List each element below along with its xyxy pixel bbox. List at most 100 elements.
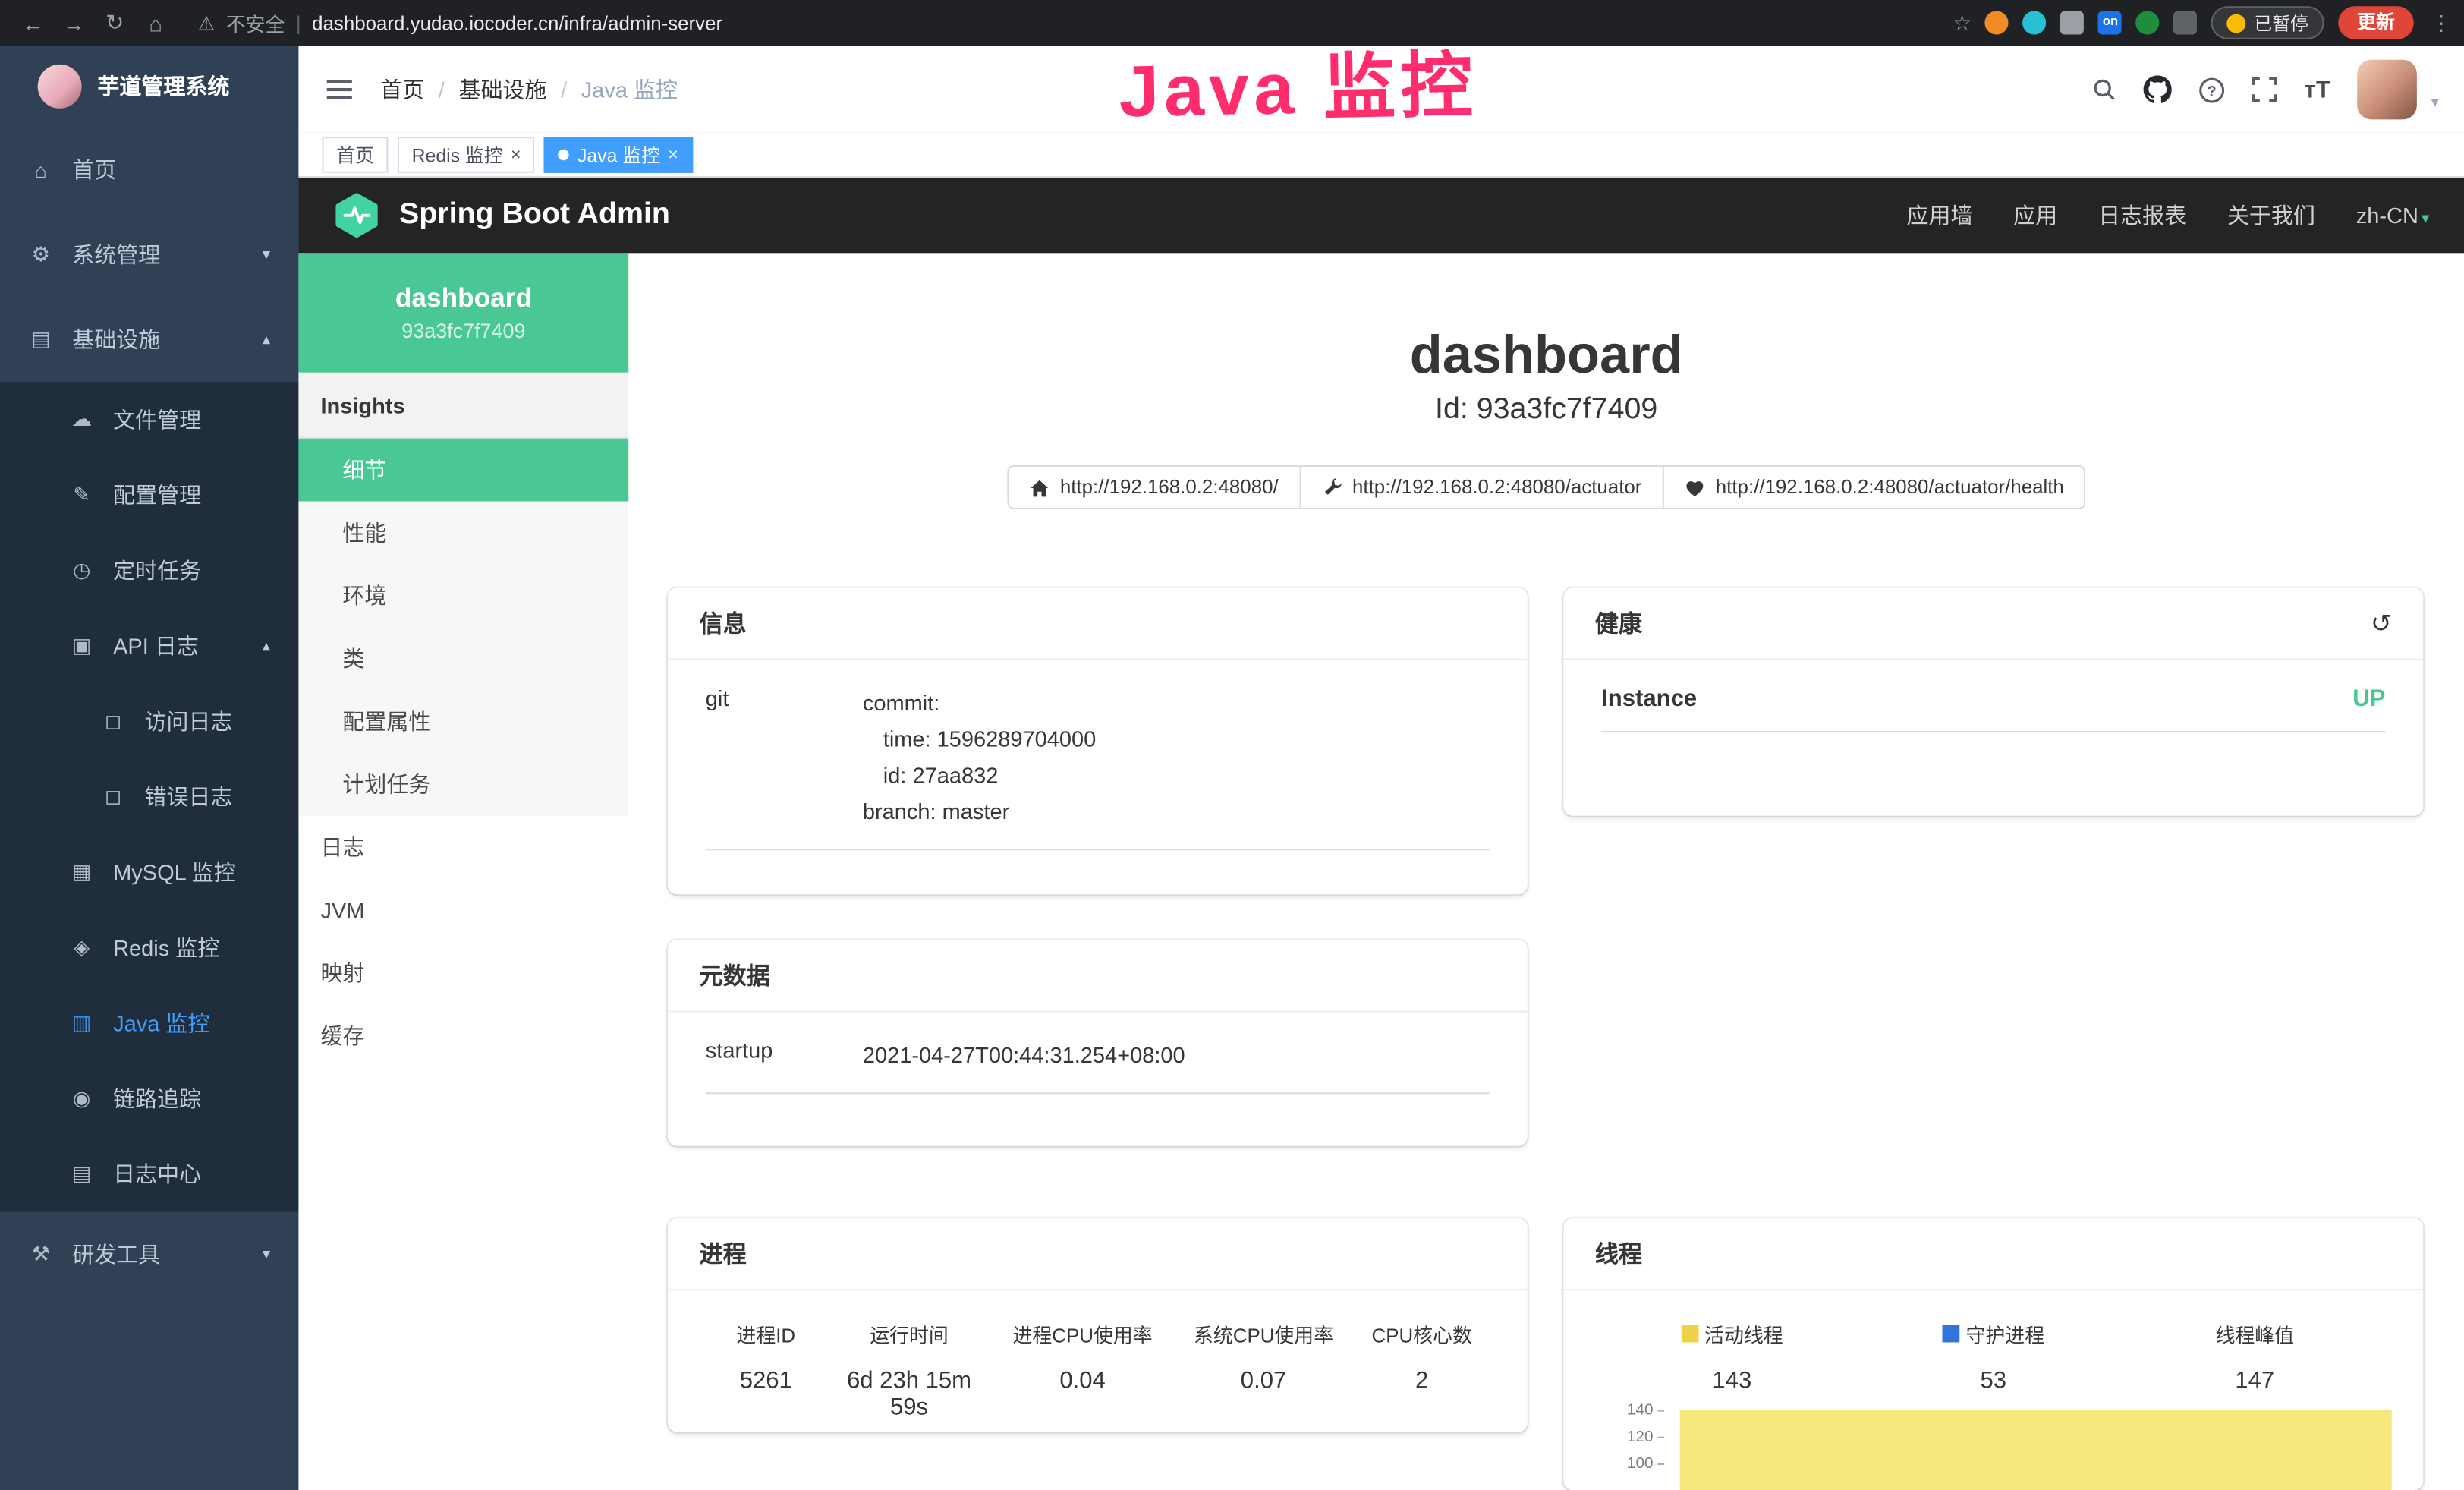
active-tab-dot: [559, 150, 569, 160]
extension-icon[interactable]: [2061, 11, 2085, 34]
insights-group-label: Insights: [298, 373, 628, 439]
security-label[interactable]: 不安全: [226, 8, 285, 37]
annotation-java-monitor: Java 监控: [1118, 28, 1478, 138]
tab-java-monitor[interactable]: Java 监控 ×: [544, 137, 692, 173]
y-axis-tick: 120: [1604, 1430, 1664, 1446]
sidebar-item-label: 链路追踪: [113, 1083, 201, 1114]
header-actions: ? тT ▾: [2092, 60, 2439, 120]
health-instance-row[interactable]: Instance UP: [1601, 685, 2385, 732]
sba-brand-title[interactable]: Spring Boot Admin: [399, 198, 670, 233]
breadcrumb-infrastructure[interactable]: 基础设施: [458, 74, 546, 105]
back-icon[interactable]: ←: [13, 10, 54, 35]
sba-item-environment[interactable]: 环境: [298, 564, 628, 627]
sidebar-item-log-center[interactable]: ▤ 日志中心: [0, 1136, 298, 1211]
health-url-button[interactable]: http://192.168.0.2:48080/actuator/health: [1662, 465, 2086, 509]
update-button[interactable]: 更新: [2338, 6, 2413, 39]
puzzle-extension-icon[interactable]: [2174, 11, 2198, 34]
reload-icon[interactable]: ↻: [94, 9, 135, 36]
extension-icon[interactable]: on: [2099, 11, 2123, 34]
sidebar-item-config-management[interactable]: ✎ 配置管理: [0, 458, 298, 533]
help-icon[interactable]: ?: [2199, 76, 2226, 102]
sidebar-item-label: API 日志: [113, 630, 199, 661]
sba-item-logs[interactable]: 日志: [298, 816, 628, 879]
sba-item-scheduled-tasks[interactable]: 计划任务: [298, 753, 628, 816]
breadcrumb-separator: /: [439, 77, 445, 102]
sba-item-mappings[interactable]: 映射: [298, 941, 628, 1004]
sidebar-item-mysql-monitor[interactable]: ▦ MySQL 监控: [0, 835, 298, 910]
health-url: http://192.168.0.2:48080/actuator/health: [1716, 476, 2064, 498]
tab-home[interactable]: 首页: [323, 137, 389, 173]
process-value: 6d 23h 15m 59s: [826, 1368, 993, 1421]
sidebar-item-system-management[interactable]: ⚙ 系统管理 ▾: [0, 213, 298, 298]
close-icon[interactable]: ×: [668, 146, 678, 165]
sba-item-details[interactable]: 细节: [298, 439, 628, 502]
service-url: http://192.168.0.2:48080/: [1060, 476, 1279, 498]
process-card: 进程 进程ID 5261 运行时间 6d 23h 15m 59: [668, 1218, 1528, 1432]
git-branch-line: branch: master: [863, 794, 1096, 830]
extension-icon[interactable]: [2136, 11, 2160, 34]
sba-item-jvm[interactable]: JVM: [298, 879, 628, 942]
app-logo-row[interactable]: 芋道管理系统: [0, 46, 298, 128]
sba-navbar: Spring Boot Admin 应用墙 应用 日志报表 关于我们 zh-CN…: [298, 178, 2464, 253]
sba-nav-wallboard[interactable]: 应用墙: [1906, 200, 1972, 231]
sidebar-item-trace[interactable]: ◉ 链路追踪: [0, 1061, 298, 1136]
extension-icon[interactable]: [2023, 11, 2047, 34]
avatar-caret-icon[interactable]: ▾: [2431, 94, 2438, 119]
bookmark-star-icon[interactable]: ☆: [1953, 10, 1972, 35]
sba-nav-applications[interactable]: 应用: [2013, 200, 2057, 231]
forward-icon[interactable]: →: [53, 10, 94, 35]
service-url-button[interactable]: http://192.168.0.2:48080/: [1006, 465, 1300, 509]
address-bar[interactable]: ⚠ 不安全 | dashboard.yudao.iocoder.cn/infra…: [198, 8, 722, 37]
search-icon[interactable]: [2092, 77, 2117, 102]
sidebar-item-scheduled-tasks[interactable]: ◷ 定时任务: [0, 533, 298, 608]
github-icon[interactable]: [2145, 75, 2173, 103]
process-table: 进程ID 5261 运行时间 6d 23h 15m 59s 进程CPU使用率: [706, 1318, 1490, 1421]
main-column: 首页 / 基础设施 / Java 监控 ? тT ▾: [298, 46, 2464, 1490]
breadcrumb-home[interactable]: 首页: [380, 74, 424, 105]
url-text[interactable]: dashboard.yudao.iocoder.cn/infra/admin-s…: [312, 12, 722, 34]
font-size-icon[interactable]: тT: [2305, 76, 2330, 102]
sidebar-item-label: 定时任务: [113, 555, 201, 586]
warning-icon: ⚠: [198, 12, 215, 34]
sidebar-item-label: 日志中心: [113, 1158, 201, 1189]
fullscreen-icon[interactable]: [2252, 77, 2277, 102]
redis-icon: ◈: [69, 935, 94, 960]
sba-nav-journal[interactable]: 日志报表: [2098, 200, 2186, 231]
sidebar-item-error-logs[interactable]: ◻ 错误日志: [0, 759, 298, 834]
sidebar-item-api-logs[interactable]: ▣ API 日志 ▴: [0, 608, 298, 683]
process-value: 0.04: [992, 1368, 1172, 1394]
sba-nav-about[interactable]: 关于我们: [2227, 200, 2315, 231]
close-icon[interactable]: ×: [511, 146, 521, 165]
legend-label: 守护进程: [1966, 1318, 2045, 1348]
instance-header[interactable]: dashboard 93a3fc7f7409: [298, 253, 628, 372]
profile-paused-badge[interactable]: 已暂停: [2212, 6, 2324, 39]
info-card: 信息 git commit: time: 1596289704000 id: 2…: [668, 587, 1528, 894]
tab-redis-monitor[interactable]: Redis 监控 ×: [398, 137, 535, 173]
sidebar-item-home[interactable]: ⌂ 首页: [0, 128, 298, 213]
sba-item-beans[interactable]: 类: [298, 627, 628, 690]
sba-sidebar: dashboard 93a3fc7f7409 Insights 细节 性能 环境…: [298, 253, 628, 1490]
avatar[interactable]: [2357, 60, 2417, 120]
tab-label: Redis 监控: [412, 141, 503, 168]
locale-selector[interactable]: zh-CN▾: [2356, 203, 2430, 228]
sidebar-item-access-logs[interactable]: ◻ 访问日志: [0, 684, 298, 759]
sidebar-item-dev-tools[interactable]: ⚒ 研发工具 ▾: [0, 1212, 298, 1297]
actuator-url-button[interactable]: http://192.168.0.2:48080/actuator: [1299, 465, 1664, 509]
sba-item-config-props[interactable]: 配置属性: [298, 690, 628, 753]
sidebar-item-java-monitor[interactable]: ▥ Java 监控: [0, 985, 298, 1060]
breadcrumb-current: Java 监控: [581, 74, 678, 105]
hamburger-icon[interactable]: [324, 74, 355, 105]
process-header: 运行时间: [826, 1318, 993, 1348]
extension-icon[interactable]: [1985, 11, 2009, 34]
sba-item-caches[interactable]: 缓存: [298, 1004, 628, 1067]
chevron-down-icon: ▾: [263, 1246, 270, 1263]
page-subtitle: Id: 93a3fc7f7409: [628, 393, 2464, 428]
history-icon[interactable]: ↺: [2371, 607, 2392, 638]
y-axis-tick: 100: [1604, 1457, 1664, 1473]
sidebar-item-file-management[interactable]: ☁ 文件管理: [0, 382, 298, 457]
browser-home-icon[interactable]: ⌂: [135, 10, 176, 35]
sidebar-item-redis-monitor[interactable]: ◈ Redis 监控: [0, 910, 298, 985]
sidebar-item-infrastructure[interactable]: ▤ 基础设施 ▴: [0, 297, 298, 382]
sba-item-metrics[interactable]: 性能: [298, 502, 628, 565]
kebab-menu-icon[interactable]: ⋮: [2431, 10, 2452, 35]
